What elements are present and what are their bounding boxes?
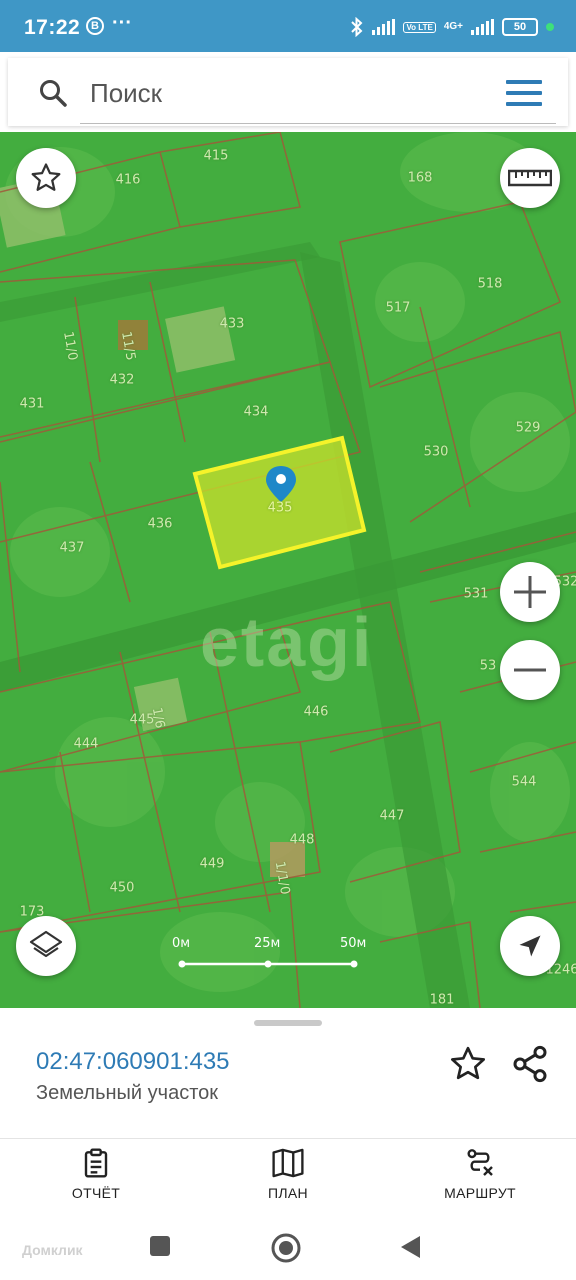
- nav-route[interactable]: МАРШРУТ: [425, 1147, 535, 1201]
- plot-label: 434: [243, 404, 269, 420]
- search-icon[interactable]: [38, 78, 68, 108]
- zoom-out-button[interactable]: [500, 640, 560, 700]
- zoom-in-button[interactable]: [500, 562, 560, 622]
- ruler-button[interactable]: [500, 148, 560, 208]
- share-icon[interactable]: [510, 1044, 550, 1084]
- plot-label: 447: [379, 808, 405, 824]
- search-underline: [80, 123, 556, 124]
- signal-icon: [372, 19, 396, 35]
- navigation-arrow-icon: [519, 935, 541, 957]
- network-type: 4G+: [443, 21, 463, 32]
- volte-icon: Vo LTE: [403, 21, 436, 33]
- parcel-sheet: 02:47:060901:435 Земельный участок: [0, 1008, 576, 1140]
- route-icon: [467, 1149, 493, 1176]
- search-bar: Поиск: [0, 52, 576, 132]
- minus-icon: [514, 668, 546, 672]
- plot-label: 437: [59, 540, 85, 556]
- plot-label: 431: [19, 396, 45, 412]
- status-time: 17:22: [24, 16, 81, 39]
- favorite-star-icon[interactable]: [448, 1044, 488, 1084]
- notification-b-icon: B: [86, 17, 104, 35]
- recents-icon[interactable]: [148, 1234, 172, 1258]
- plot-label: 449: [199, 856, 225, 872]
- map-view[interactable]: 415 416 168 517 518 433 432 431 434 530 …: [0, 132, 576, 1008]
- map-icon: [272, 1148, 304, 1178]
- more-notifications-icon: ···: [112, 12, 132, 34]
- plot-label: 415: [203, 148, 229, 164]
- plot-label: 448: [289, 832, 315, 848]
- plot-label: 416: [115, 172, 141, 188]
- status-right: Vo LTE 4G+ 50: [350, 16, 554, 38]
- nav-plan-label: ПЛАН: [268, 1185, 308, 1201]
- search-box[interactable]: Поиск: [8, 58, 568, 126]
- plot-label: 531: [463, 586, 489, 602]
- status-bar: 17:22 B ··· Vo LTE 4G+ 50: [0, 0, 576, 52]
- plot-label: 436: [147, 516, 173, 532]
- layers-icon: [29, 930, 63, 958]
- scale-label: 0м: [172, 936, 191, 951]
- plot-label: 544: [511, 774, 537, 790]
- nav-report-label: ОТЧЁТ: [71, 1185, 121, 1201]
- plot-label: 450: [109, 880, 135, 896]
- favorite-map-button[interactable]: [16, 148, 76, 208]
- nav-report[interactable]: ОТЧЁТ: [41, 1147, 151, 1201]
- nav-plan[interactable]: ПЛАН: [233, 1147, 343, 1201]
- plot-label: 181: [429, 992, 455, 1008]
- plus-icon: [514, 576, 546, 608]
- plot-label: 518: [477, 276, 503, 292]
- bottom-navigation: ОТЧЁТ ПЛАН МАРШРУТ: [0, 1138, 576, 1218]
- signal-2-icon: [471, 19, 494, 35]
- plot-label: 433: [219, 316, 245, 332]
- clipboard-icon: [84, 1148, 108, 1178]
- star-icon: [31, 163, 61, 191]
- plot-label: 444: [73, 736, 99, 752]
- plot-label: 530: [423, 444, 449, 460]
- selected-plot-label: 435: [267, 500, 293, 516]
- map-scale: 0м 25м 50м: [172, 936, 366, 976]
- battery-icon: 50: [502, 18, 538, 36]
- plot-label: 529: [515, 420, 541, 436]
- scale-label: 25м: [254, 936, 281, 951]
- brand-watermark: Домклик: [22, 1242, 83, 1258]
- nav-route-label: МАРШРУТ: [444, 1185, 516, 1201]
- plot-label: 53: [479, 658, 497, 674]
- bluetooth-icon: [351, 17, 363, 37]
- ruler-icon: [508, 169, 552, 187]
- parcel-type: Земельный участок: [36, 1082, 219, 1104]
- plot-label: 432: [109, 372, 135, 388]
- privacy-dot-icon: [546, 23, 554, 31]
- watermark: etagi: [200, 603, 374, 681]
- system-navigation: Домклик: [0, 1218, 576, 1280]
- cadastral-number: 02:47:060901:435: [36, 1048, 230, 1075]
- search-input[interactable]: Поиск: [90, 78, 162, 109]
- my-location-button[interactable]: [500, 916, 560, 976]
- plot-label: 446: [303, 704, 329, 720]
- back-icon[interactable]: [398, 1234, 424, 1260]
- menu-icon[interactable]: [506, 80, 542, 106]
- plot-label: 517: [385, 300, 411, 316]
- home-icon[interactable]: [270, 1232, 302, 1264]
- layers-button[interactable]: [16, 916, 76, 976]
- scale-label: 50м: [340, 936, 367, 951]
- sheet-drag-handle[interactable]: [254, 1020, 322, 1026]
- scale-bar: [178, 960, 358, 968]
- plot-label: 168: [407, 170, 433, 186]
